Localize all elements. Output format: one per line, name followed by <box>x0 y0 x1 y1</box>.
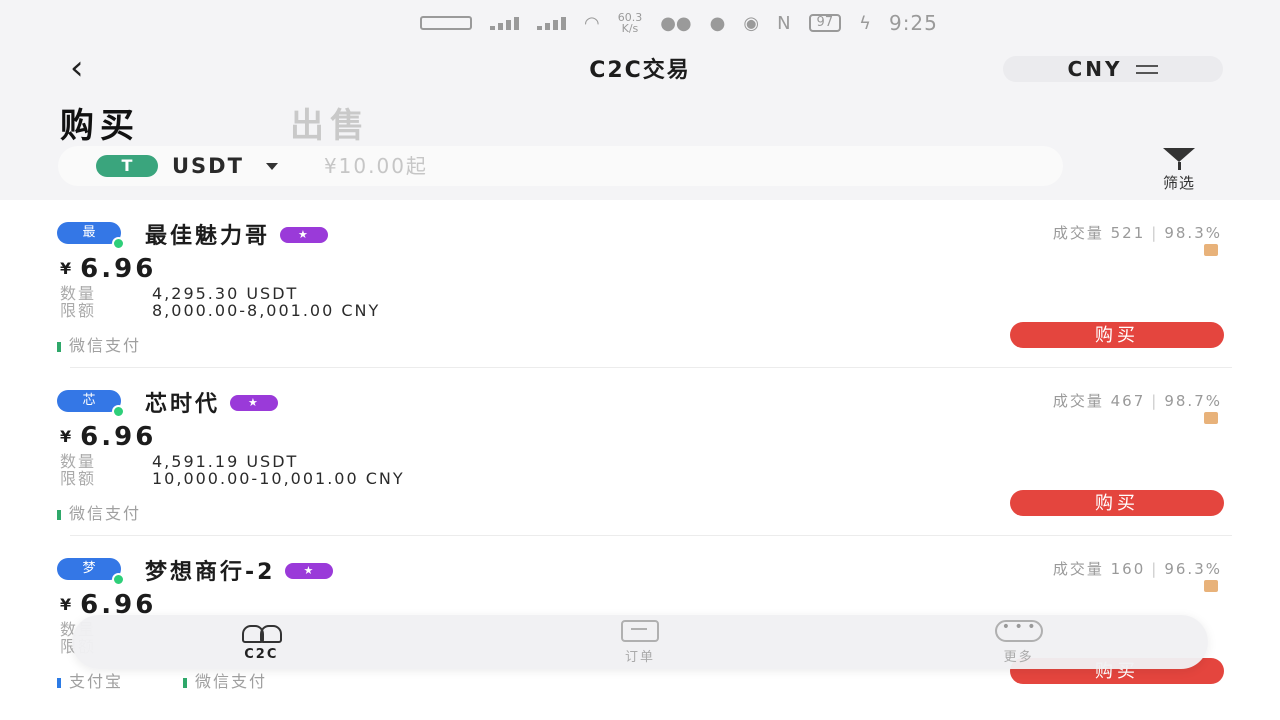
shield-icon <box>1204 244 1218 256</box>
filter-label: 筛选 <box>1162 174 1195 192</box>
nav-label: 订单 <box>624 649 655 665</box>
separator: | <box>1151 560 1159 578</box>
verified-badge-icon <box>230 395 279 411</box>
wifi-icon: ◠ <box>584 12 600 34</box>
limit-row: 限额 8,000.00-8,001.00 CNY <box>60 297 380 321</box>
trade-count: 521 <box>1110 224 1146 242</box>
merchant-name[interactable]: 最佳魅力哥 <box>145 218 329 250</box>
people-icon <box>236 623 286 643</box>
swap-icon <box>1136 62 1159 76</box>
coin-selector[interactable]: USDT <box>172 154 244 178</box>
status-bar: ◠ 60.3 K/s ●● ● ◉ N 97 ϟ 9:25 <box>420 8 1220 38</box>
buy-button[interactable]: 购买 <box>1010 490 1224 516</box>
merchant-stats: 成交量 467 | 98.7% <box>1053 390 1222 411</box>
separator: | <box>1151 224 1159 242</box>
ad-card: 芯 芯时代 成交量 467|98.7% ¥6.96 数量4,591.19 USD… <box>0 368 1280 536</box>
sim-icon <box>420 16 472 30</box>
signal-icon <box>490 16 519 30</box>
limit-value: 10,000.00-10,001.00 CNY <box>152 469 405 488</box>
page-title: C2C交易 <box>589 58 691 83</box>
nav-label: 更多 <box>1003 649 1034 665</box>
merchant-stats: 成交量 160 | 96.3% <box>1053 558 1222 579</box>
currency-switch-button[interactable]: CNY <box>1003 56 1223 82</box>
back-icon[interactable]: ‹ <box>70 50 110 90</box>
merchant-name[interactable]: 梦想商行-2 <box>145 554 334 586</box>
verified-badge-icon <box>280 227 329 243</box>
limit-label: 限额 <box>60 469 97 488</box>
shield-icon <box>1204 580 1218 592</box>
trade-count-label: 成交量 <box>1052 224 1104 242</box>
trade-count: 160 <box>1110 560 1146 578</box>
nfc-icon: N <box>777 12 791 34</box>
separator: | <box>1151 392 1159 410</box>
trade-count: 467 <box>1110 392 1146 410</box>
chevron-down-icon[interactable] <box>265 162 278 170</box>
limit-label: 限额 <box>60 301 97 320</box>
trade-count-label: 成交量 <box>1052 392 1104 410</box>
completion-rate: 98.3% <box>1164 224 1222 242</box>
completion-rate: 96.3% <box>1164 560 1222 578</box>
signal-icon-2 <box>537 16 566 30</box>
merchant-name[interactable]: 芯时代 <box>145 386 279 418</box>
price-currency: ¥ <box>60 595 75 614</box>
search-bar: T USDT <box>58 146 1063 186</box>
payment-method: 支付宝 <box>57 668 123 692</box>
limit-value: 8,000.00-8,001.00 CNY <box>152 301 381 320</box>
ad-card: 最 最佳魅力哥 成交量 521|98.3% ¥6.96 数量4,295.30 U… <box>0 200 1280 368</box>
merchant-name-text: 最佳魅力哥 <box>145 224 271 249</box>
online-dot <box>112 405 125 418</box>
filter-icon <box>1163 148 1195 162</box>
merchant-name-text: 芯时代 <box>145 392 221 417</box>
payment-methods: 微信支付 <box>57 500 141 524</box>
shield-icon <box>1204 412 1218 424</box>
message-icon: ● <box>709 12 726 34</box>
tab-buy[interactable]: 购买 <box>60 98 140 147</box>
price-currency: ¥ <box>60 259 75 278</box>
clock: 9:25 <box>888 11 938 35</box>
payment-method: 微信支付 <box>57 500 141 524</box>
network-speed: 60.3 K/s <box>618 12 643 34</box>
limit-row: 限额 10,000.00-10,001.00 CNY <box>60 465 405 489</box>
more-icon <box>994 619 1043 642</box>
online-dot <box>112 237 125 250</box>
online-dot <box>112 573 125 586</box>
trade-count-label: 成交量 <box>1052 560 1104 578</box>
verified-badge-icon <box>285 563 334 579</box>
currency-label: CNY <box>1067 57 1123 81</box>
tab-sell[interactable]: 出售 <box>290 98 370 147</box>
wechat-icon: ●● <box>660 12 692 34</box>
price-currency: ¥ <box>60 427 75 446</box>
nav-label: C2C <box>244 646 279 662</box>
payment-method: 微信支付 <box>57 332 141 356</box>
nav-item-orders[interactable]: 订单 <box>580 619 700 665</box>
eye-icon: ◉ <box>743 12 760 34</box>
order-icon <box>620 619 659 642</box>
nav-item-c2c[interactable]: C2C <box>201 623 321 662</box>
network-speed-unit: K/s <box>621 22 639 35</box>
tether-icon: T <box>96 155 158 177</box>
merchant-name-text: 梦想商行-2 <box>145 560 276 585</box>
payment-methods: 微信支付 <box>57 332 141 356</box>
payment-methods: 支付宝 微信支付 <box>57 668 267 692</box>
buy-button[interactable]: 购买 <box>1010 322 1224 348</box>
charging-icon: ϟ <box>859 12 871 34</box>
amount-input[interactable] <box>321 153 886 179</box>
nav-item-more[interactable]: 更多 <box>959 619 1079 665</box>
completion-rate: 98.7% <box>1164 392 1222 410</box>
merchant-stats: 成交量 521 | 98.3% <box>1053 222 1222 243</box>
bottom-nav: C2C 订单 更多 <box>72 615 1208 669</box>
battery-icon: 97 <box>808 14 842 32</box>
filter-button[interactable]: 筛选 <box>1140 148 1218 193</box>
filter-icon-stem <box>1177 162 1181 170</box>
payment-method: 微信支付 <box>183 668 267 692</box>
